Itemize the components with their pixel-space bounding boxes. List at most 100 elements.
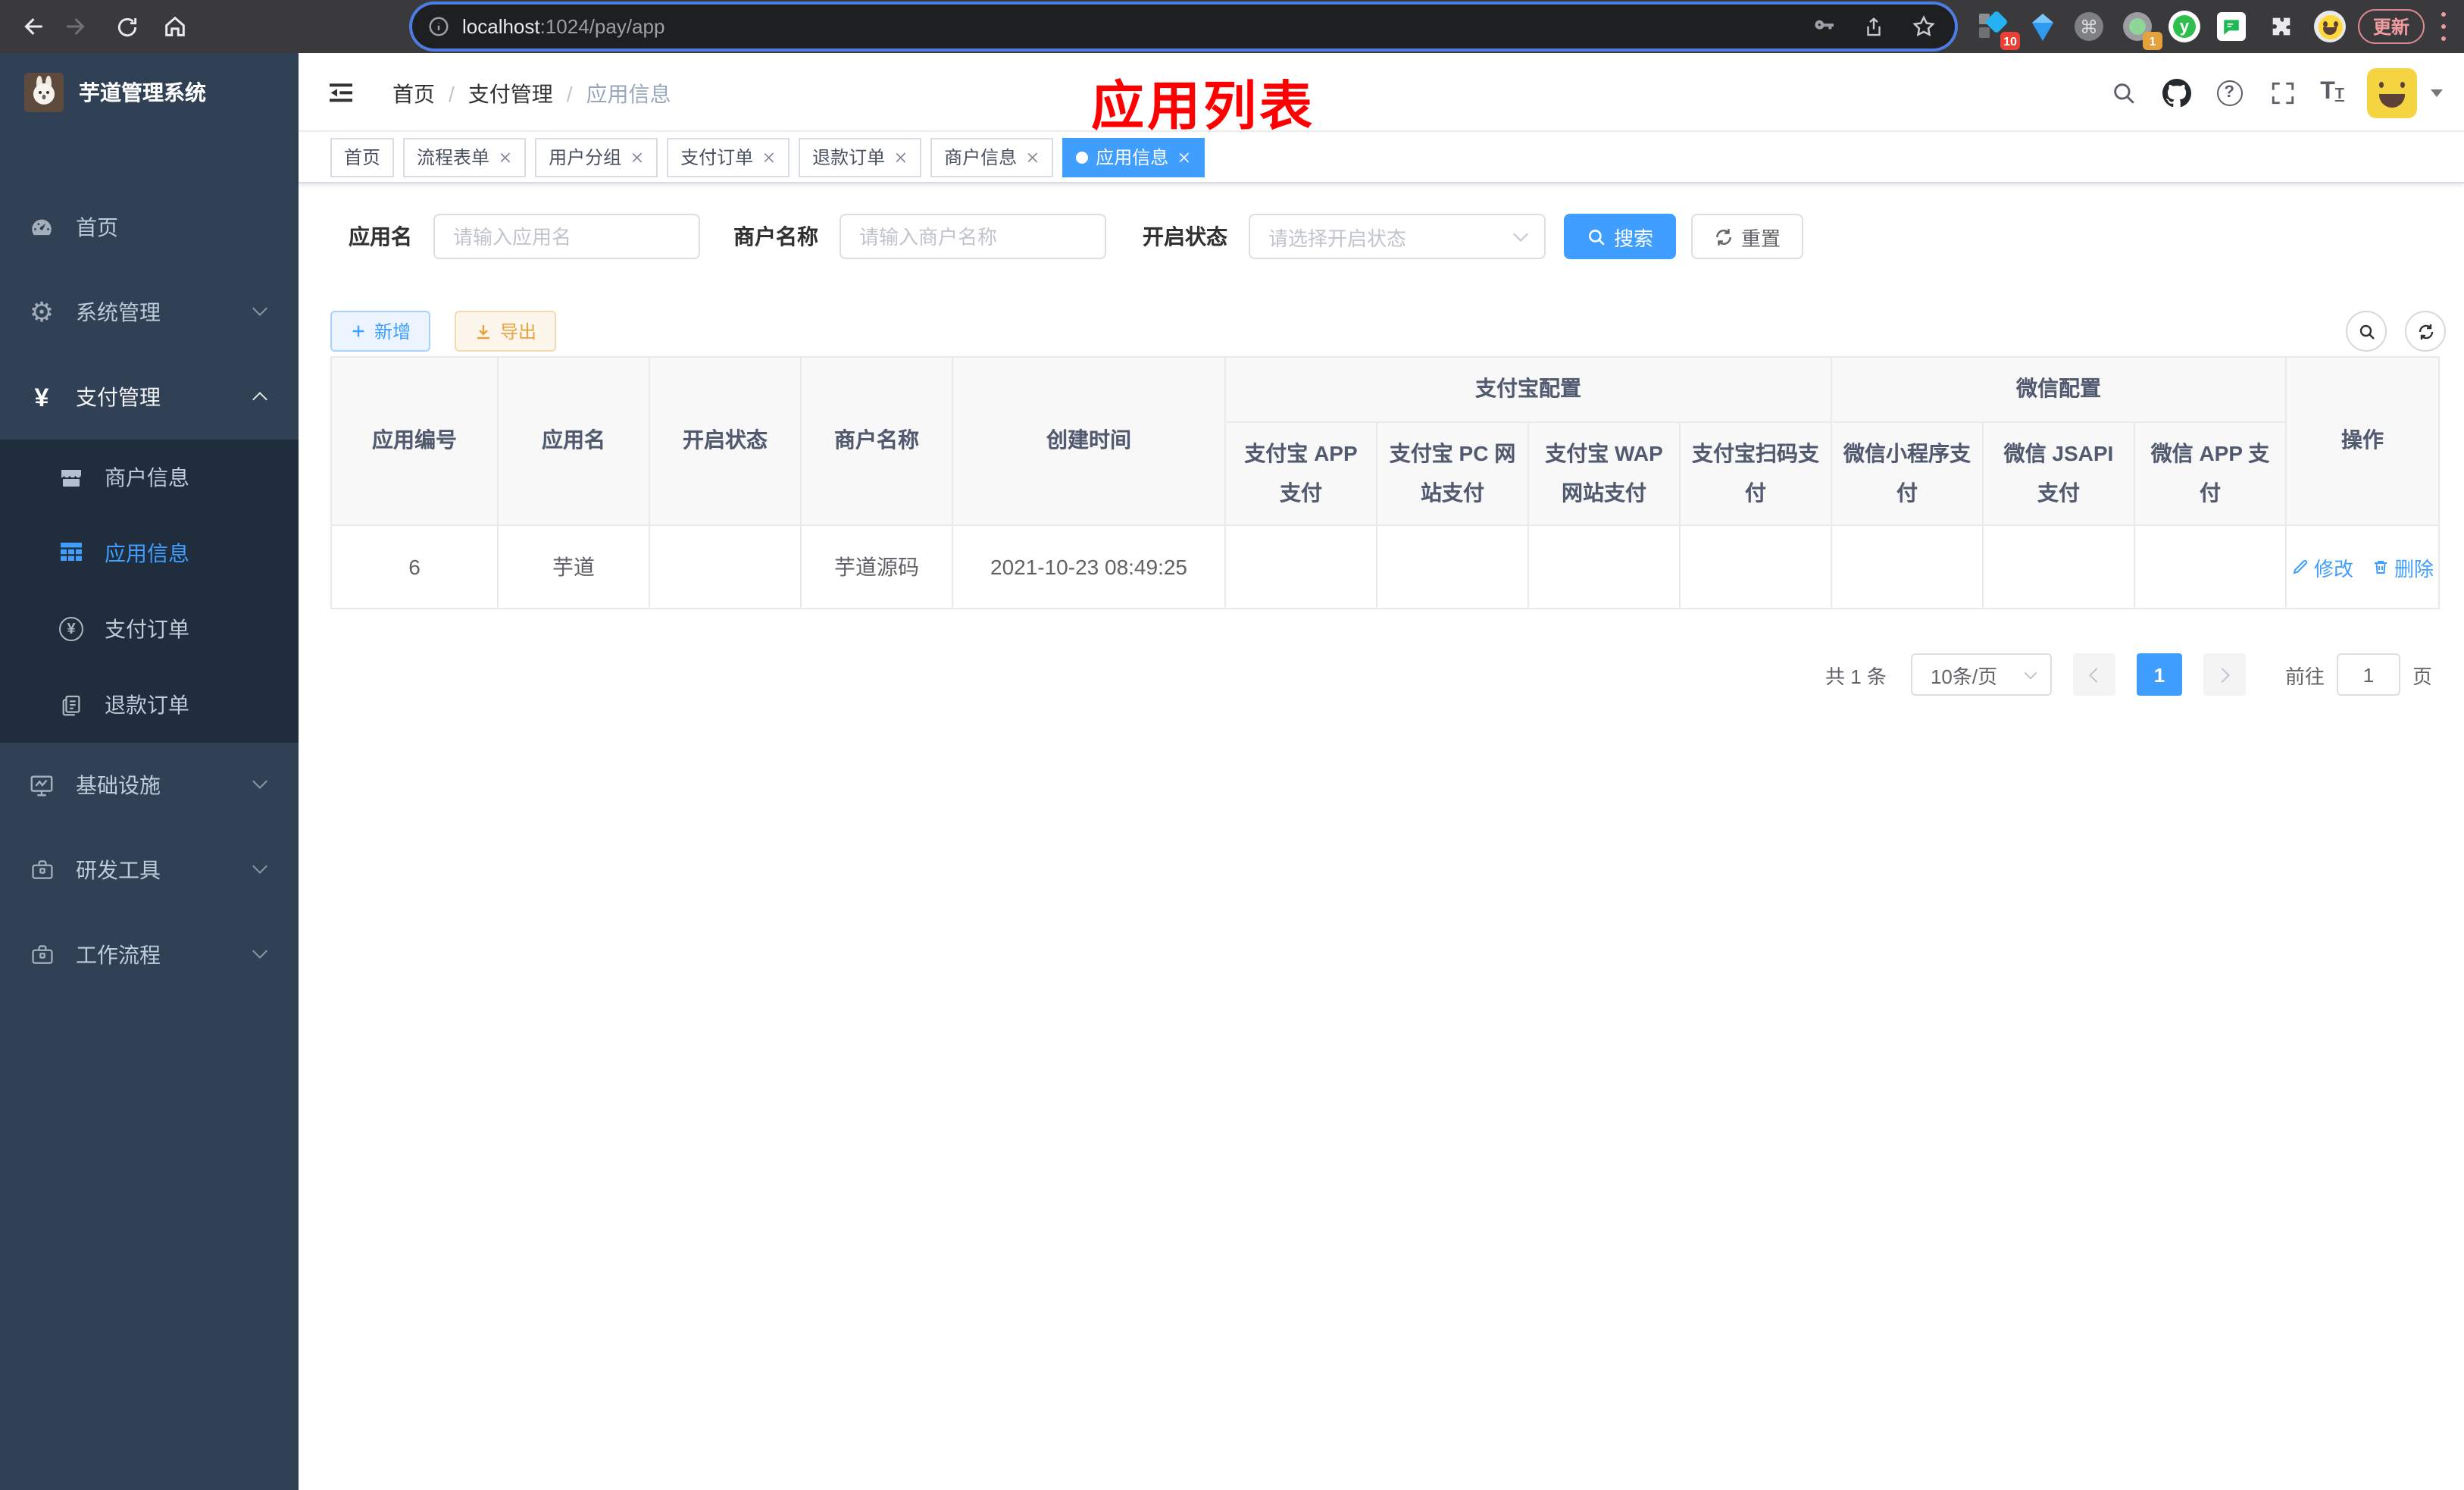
cell-alipay-pc [1376,524,1529,609]
grid-icon [59,541,83,565]
browser-reload-button[interactable] [108,8,145,45]
reload-icon [117,17,136,36]
command-glyph: ⌘ [2075,12,2103,41]
profile-smiley [2318,14,2342,39]
close-icon[interactable] [894,151,906,163]
close-icon[interactable] [499,151,511,163]
col-alipay-pc: 支付宝 PC 网站支付 [1376,421,1529,526]
cell-actions: 修改 删除 [2285,524,2440,609]
avatar-caret-icon[interactable] [2431,89,2443,96]
sidebar-item-infrastructure[interactable]: 基础设施 [0,743,299,828]
breadcrumb-separator: / [449,82,455,106]
monitor-chart-icon [29,772,55,798]
breadcrumb-payment[interactable]: 支付管理 [468,79,553,109]
browser-update-button[interactable]: 更新 [2358,9,2425,44]
main-content: 应用名 商户名称 开启状态 请选择开启状态 搜索 重置 [299,183,2464,1490]
forward-arrow-icon [67,17,85,36]
browser-home-button[interactable] [156,8,194,45]
delete-link[interactable]: 删除 [2372,552,2434,581]
app-name-input[interactable] [433,214,700,259]
extension-y-icon[interactable]: y [2169,11,2200,42]
header-search-icon[interactable] [2108,77,2138,108]
merchant-name-input[interactable] [840,214,1106,259]
sidebar-item-home[interactable]: 首页 [0,185,299,270]
fullscreen-icon[interactable] [2267,77,2297,108]
extension-recorder-icon[interactable]: 1 [2122,11,2162,50]
cell-merchant: 芋道源码 [800,524,953,609]
edit-link[interactable]: 修改 [2291,552,2353,581]
app-title: 芋道管理系统 [79,80,206,105]
sidebar-logo[interactable]: 芋道管理系统 [0,53,299,132]
goto-label: 前往 [2284,665,2325,687]
cell-status [649,524,802,609]
col-actions: 操作 [2285,356,2440,526]
refresh-table-button[interactable] [2405,311,2446,352]
extension-gem-icon[interactable] [2026,11,2058,42]
reset-button[interactable]: 重置 [1691,214,1804,259]
sidebar-item-merchant-info[interactable]: 商户信息 [0,440,299,515]
browser-back-button[interactable] [14,8,52,45]
password-key-icon[interactable] [1812,14,1837,39]
tag-home[interactable]: 首页 [330,137,395,177]
search-button[interactable]: 搜索 [1564,214,1677,259]
tag-merchant-info[interactable]: 商户信息 [930,137,1054,177]
sidebar-item-workflow[interactable]: 工作流程 [0,912,299,997]
extension-diamond-icon[interactable]: 10 [1979,10,2020,50]
address-bar[interactable]: localhost:1024/pay/app [412,5,1955,49]
search-icon [2359,324,2374,339]
close-icon[interactable] [762,151,774,163]
browser-forward-button[interactable] [58,8,95,45]
cell-wechat-app [2134,524,2287,609]
page-number-1[interactable]: 1 [2136,653,2182,696]
tag-pay-orders[interactable]: 支付订单 [667,137,790,177]
page-size-select[interactable]: 10条/页 [1910,653,2052,696]
breadcrumb-separator: / [566,82,573,106]
goto-page-input[interactable] [2336,653,2400,696]
col-group-alipay: 支付宝配置 [1224,356,1832,423]
status-select[interactable]: 请选择开启状态 [1249,214,1546,259]
sidebar-item-label: 支付管理 [76,385,161,409]
sidebar-item-system[interactable]: ⚙ 系统管理 [0,270,299,355]
sidebar-item-refund-orders[interactable]: 退款订单 [0,667,299,743]
extension-chat-icon[interactable] [2215,11,2247,42]
sidebar-item-dev-tools[interactable]: 研发工具 [0,828,299,912]
extensions-puzzle-icon[interactable] [2265,11,2297,42]
col-app-name: 应用名 [497,356,650,526]
bookmark-star-icon[interactable] [1911,14,1937,39]
next-page-button[interactable] [2203,653,2246,696]
profile-avatar-icon[interactable] [2314,11,2346,42]
browser-menu-button[interactable] [2440,12,2446,41]
tag-app-info[interactable]: 应用信息 [1062,137,1205,177]
tag-user-group[interactable]: 用户分组 [535,137,658,177]
export-button[interactable]: 导出 [455,311,557,352]
col-merchant: 商户名称 [800,356,953,526]
tag-refund-orders[interactable]: 退款订单 [799,137,922,177]
tag-process-form[interactable]: 流程表单 [403,137,527,177]
info-icon[interactable] [427,15,450,38]
github-icon[interactable] [2161,77,2191,108]
cell-alipay-wap [1527,524,1681,609]
sidebar-fold-button[interactable] [326,77,356,108]
close-icon[interactable] [1026,151,1038,163]
breadcrumb-home[interactable]: 首页 [392,79,435,109]
sidebar-item-app-info[interactable]: 应用信息 [0,515,299,591]
sidebar-item-payment[interactable]: ¥ 支付管理 [0,355,299,440]
prev-page-button[interactable] [2072,653,2115,696]
user-avatar[interactable] [2367,67,2417,117]
close-icon[interactable] [630,151,643,163]
font-size-icon[interactable]: TT [2320,80,2344,105]
help-icon[interactable]: ? [2214,77,2244,108]
add-button[interactable]: 新增 [330,311,431,352]
cell-app-name: 芋道 [497,524,650,609]
close-icon[interactable] [1177,151,1190,163]
share-icon[interactable] [1862,14,1885,39]
document-icon [59,693,83,717]
refresh-icon [1716,228,1731,245]
show-search-button[interactable] [2346,311,2387,352]
extension-command-icon[interactable]: ⌘ [2073,11,2105,42]
url-host: localhost [462,15,540,38]
sidebar-item-pay-orders[interactable]: ¥ 支付订单 [0,591,299,667]
tags-view-bar: 首页 流程表单 用户分组 支付订单 退款订单 商户信息 应用信息 [299,132,2464,183]
sidebar-item-label: 商户信息 [105,465,189,490]
sidebar-menu: 首页 ⚙ 系统管理 ¥ 支付管理 商户信息 应用信息 ¥ 支付订单 退款订单 基… [0,185,299,997]
